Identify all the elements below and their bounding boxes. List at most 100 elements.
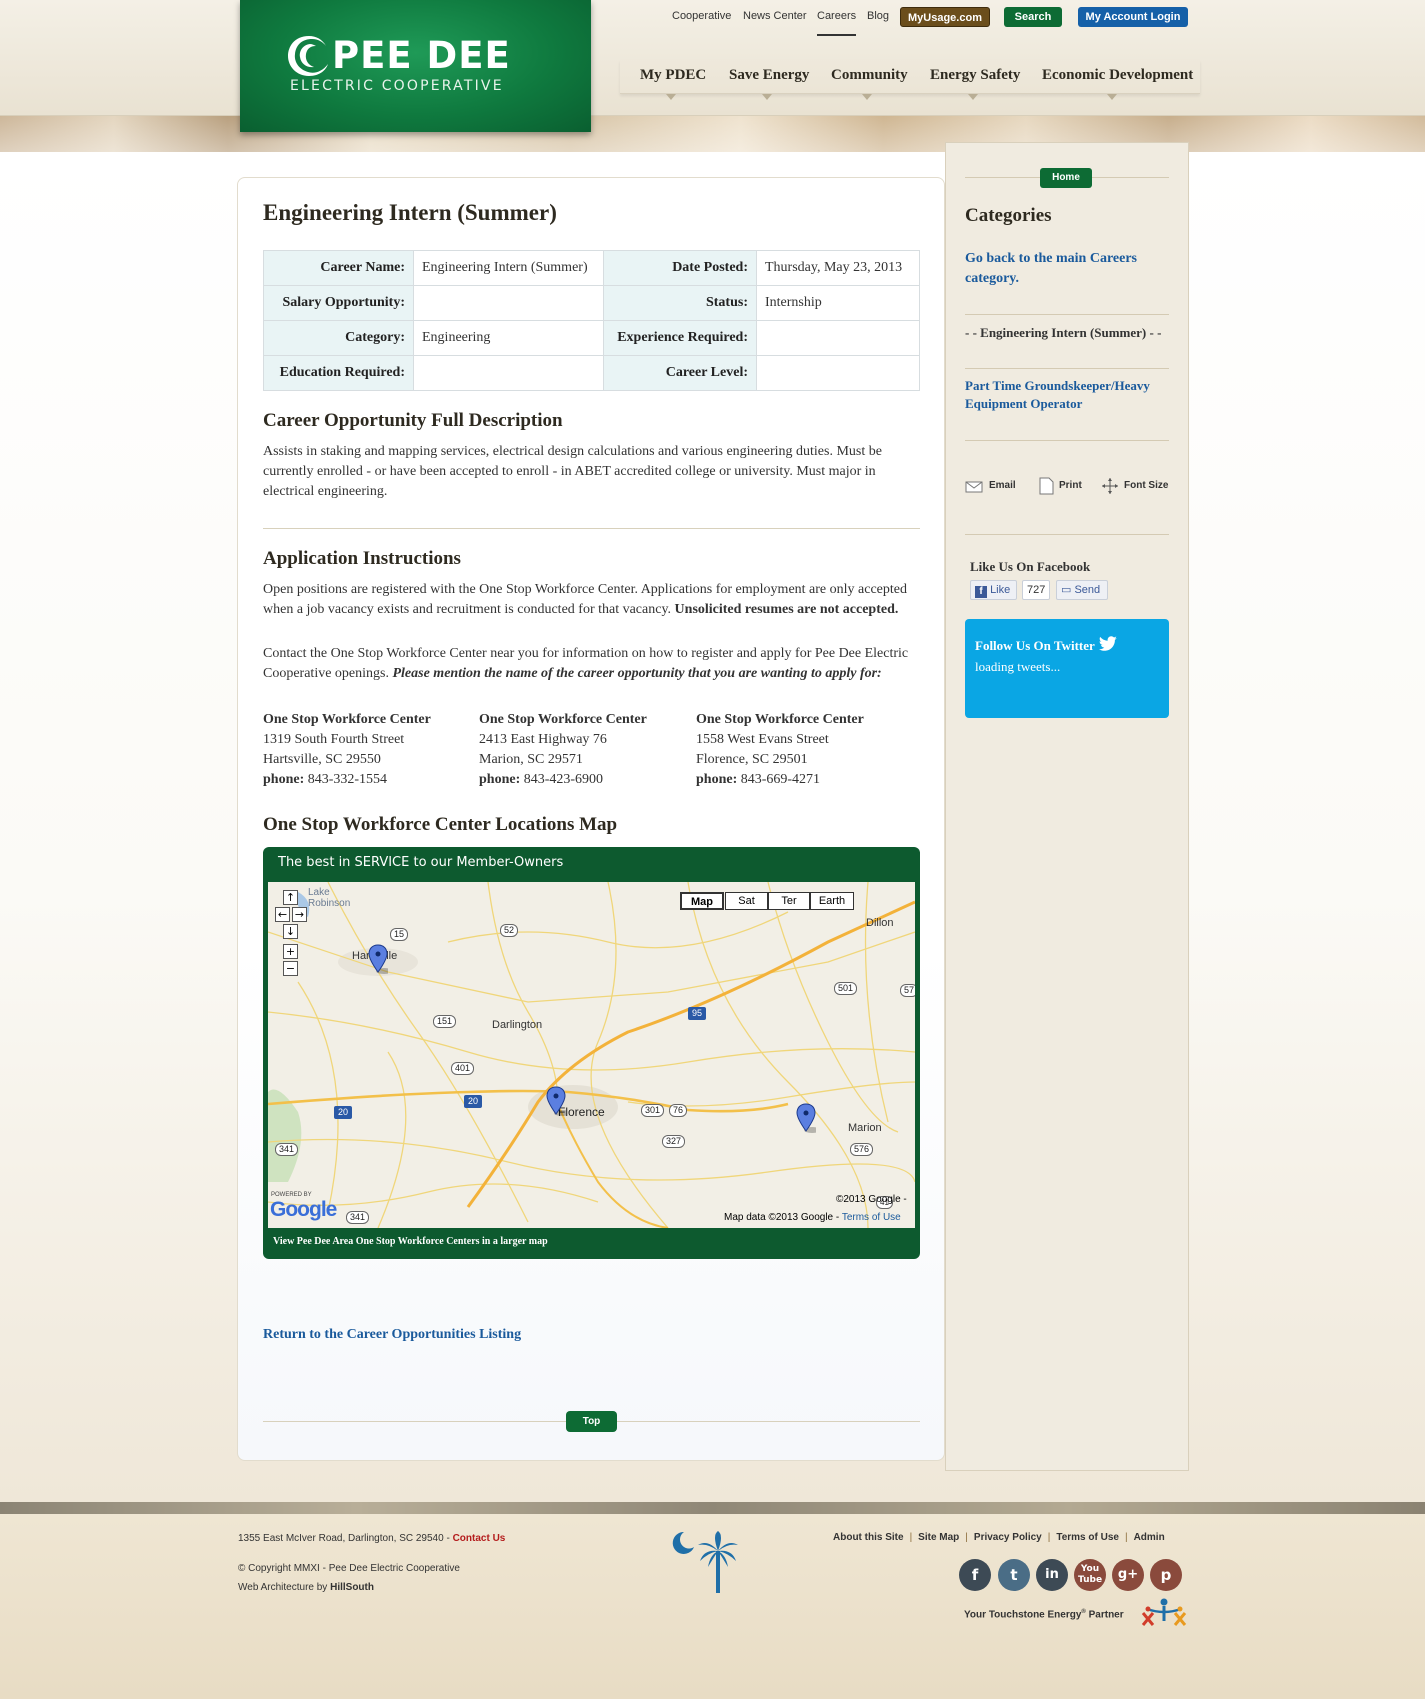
date-posted-label: Date Posted: xyxy=(603,250,757,286)
twitter-icon[interactable]: t xyxy=(998,1559,1030,1591)
route-shield: 76 xyxy=(669,1104,688,1117)
map-marker-hartsville[interactable] xyxy=(368,944,388,974)
logo-swoosh-icon xyxy=(288,36,328,76)
zoom-in-icon[interactable]: + xyxy=(283,944,298,959)
touchstone-partner-text: Your Touchstone Energy® Partner xyxy=(964,1609,1124,1620)
office-name: One Stop Workforce Center xyxy=(263,712,431,727)
utility-link-news-center[interactable]: News Center xyxy=(743,10,807,22)
linkedin-icon[interactable]: in xyxy=(1036,1559,1068,1591)
facebook-send-button[interactable]: ▭ Send xyxy=(1056,580,1108,600)
search-button[interactable]: Search xyxy=(1004,7,1062,27)
footer-link-admin[interactable]: Admin xyxy=(1134,1532,1165,1543)
map-type-map[interactable]: Map xyxy=(680,892,724,910)
route-shield: 501 xyxy=(834,982,858,995)
site-logo[interactable]: PEE DEE ELECTRIC COOPERATIVE xyxy=(240,0,591,132)
map-canvas[interactable]: Map Sat Ter Earth ↑ ← → ↓ + − Lake Robin… xyxy=(268,882,915,1228)
map-terms-link[interactable]: Terms of Use xyxy=(842,1212,901,1223)
utility-link-careers[interactable]: Careers xyxy=(817,10,857,36)
office-hartsville: One Stop Workforce Center 1319 South Fou… xyxy=(263,710,473,790)
back-to-top-button[interactable]: Top xyxy=(566,1411,617,1432)
back-to-careers-link[interactable]: Go back to the main Careers category. xyxy=(965,249,1165,289)
nav-caret-icon xyxy=(666,94,676,100)
nav-my-pdec[interactable]: My PDEC xyxy=(640,67,706,84)
map-roads xyxy=(268,882,915,1228)
myusage-button[interactable]: MyUsage.com xyxy=(900,7,990,27)
twitter-bird-icon xyxy=(1098,636,1117,651)
youtube-icon[interactable]: You Tube xyxy=(1074,1559,1106,1591)
return-to-listing-link[interactable]: Return to the Career Opportunities Listi… xyxy=(263,1327,521,1343)
office-street: 2413 East Highway 76 xyxy=(479,732,607,747)
print-share[interactable]: Print xyxy=(1037,477,1082,495)
footer-link-about[interactable]: About this Site xyxy=(833,1532,904,1543)
current-category-item: - - Engineering Intern (Summer) - - xyxy=(965,325,1162,340)
nav-economic-development[interactable]: Economic Development xyxy=(1042,67,1193,84)
pan-right-icon[interactable]: → xyxy=(292,907,307,922)
education-label: Education Required: xyxy=(263,355,414,391)
header-photo-strip xyxy=(0,116,1425,152)
email-share[interactable]: Email xyxy=(965,480,1016,493)
footer-links: About this Site | Site Map | Privacy Policy |… xyxy=(833,1532,1165,1543)
facebook-heading: Like Us On Facebook xyxy=(970,559,1091,574)
pan-up-icon[interactable]: ↑ xyxy=(283,890,298,905)
pinterest-icon[interactable]: p xyxy=(1150,1559,1182,1591)
career-name-value: Engineering Intern (Summer) xyxy=(413,250,604,286)
footer-link-privacy[interactable]: Privacy Policy xyxy=(974,1532,1042,1543)
twitter-heading[interactable]: Follow Us On Twitter xyxy=(975,636,1118,654)
account-login-button[interactable]: My Account Login xyxy=(1078,7,1188,27)
office-marion: One Stop Workforce Center 2413 East High… xyxy=(479,710,689,790)
education-value xyxy=(413,355,604,391)
contact-us-link[interactable]: Contact Us xyxy=(453,1533,506,1544)
web-architecture-text: Web Architecture by xyxy=(238,1582,331,1593)
route-shield: 401 xyxy=(451,1062,475,1075)
font-size-label: Font Size xyxy=(1124,480,1169,491)
career-level-label: Career Level: xyxy=(603,355,757,391)
nav-save-energy[interactable]: Save Energy xyxy=(729,67,809,84)
footer-separator: | xyxy=(909,1532,913,1543)
map-marker-marion[interactable] xyxy=(796,1103,816,1133)
nav-energy-safety[interactable]: Energy Safety xyxy=(930,67,1020,84)
larger-map-link[interactable]: View Pee Dee Area One Stop Workforce Cen… xyxy=(273,1236,548,1247)
map-data-text: Map data ©2013 Google - xyxy=(724,1212,842,1223)
office-phone: 843-332-1554 xyxy=(307,772,388,787)
footer-link-site-map[interactable]: Site Map xyxy=(918,1532,959,1543)
map-marker-florence[interactable] xyxy=(546,1086,566,1116)
footer-link-terms[interactable]: Terms of Use xyxy=(1056,1532,1119,1543)
email-icon xyxy=(965,481,983,493)
facebook-like-button[interactable]: f Like xyxy=(970,580,1017,600)
zoom-out-icon[interactable]: − xyxy=(283,961,298,976)
map-type-earth[interactable]: Earth xyxy=(810,892,854,910)
utility-link-blog[interactable]: Blog xyxy=(867,10,889,22)
route-shield: 327 xyxy=(662,1135,686,1148)
partner-text: Partner xyxy=(1085,1609,1124,1621)
twitter-heading-text: Follow Us On Twitter xyxy=(975,638,1095,653)
office-name: One Stop Workforce Center xyxy=(696,712,864,727)
google-plus-icon[interactable]: g+ xyxy=(1112,1559,1144,1591)
nav-community[interactable]: Community xyxy=(831,67,908,84)
unsolicited-notice: Unsolicited resumes are not accepted. xyxy=(674,602,899,617)
pan-down-icon[interactable]: ↓ xyxy=(283,924,298,939)
pan-left-icon[interactable]: ← xyxy=(275,907,290,922)
category-link-groundskeeper[interactable]: Part Time Groundskeeper/Heavy Equipment … xyxy=(965,377,1165,413)
hillsouth-link[interactable]: HillSouth xyxy=(330,1582,374,1593)
route-shield: 341 xyxy=(275,1143,299,1156)
palmetto-moon-icon xyxy=(672,1531,738,1593)
facebook-icon[interactable]: f xyxy=(959,1559,991,1591)
home-button[interactable]: Home xyxy=(1040,168,1092,188)
status-label: Status: xyxy=(603,285,757,321)
utility-link-cooperative[interactable]: Cooperative xyxy=(672,10,731,22)
map-type-terrain[interactable]: Ter xyxy=(768,892,810,910)
footer-address: 1355 East McIver Road, Darlington, SC 29… xyxy=(238,1533,505,1544)
font-size-control[interactable]: Font Size xyxy=(1101,478,1169,494)
experience-value xyxy=(756,320,920,356)
nav-caret-icon xyxy=(762,94,772,100)
date-posted-value: Thursday, May 23, 2013 xyxy=(756,250,920,286)
touchstone-energy-logo-icon xyxy=(1141,1598,1187,1626)
section-divider xyxy=(263,528,920,529)
sidebar-divider xyxy=(965,440,1169,441)
office-phone: 843-423-6900 xyxy=(523,772,604,787)
send-icon: ▭ xyxy=(1061,584,1072,596)
route-shield: 301 xyxy=(641,1104,665,1117)
map-type-satellite[interactable]: Sat xyxy=(725,892,768,910)
description-text: Assists in staking and mapping services,… xyxy=(263,444,882,499)
email-label: Email xyxy=(989,480,1016,491)
